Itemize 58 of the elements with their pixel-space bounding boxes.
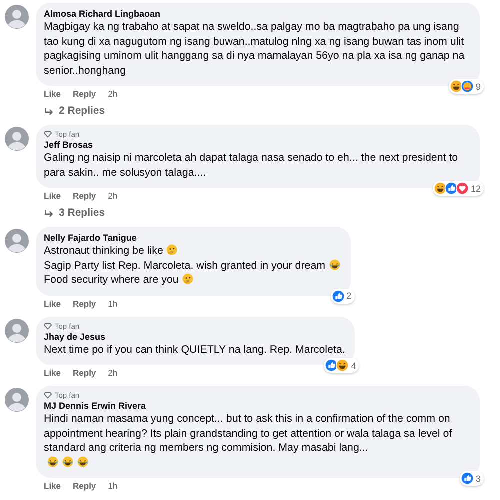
reaction-summary[interactable]: 12 — [432, 181, 484, 196]
avatar[interactable] — [5, 229, 29, 253]
laughing-emoji-icon — [47, 456, 59, 468]
hug-reaction-icon — [460, 80, 474, 93]
timestamp: 1h — [108, 481, 118, 491]
comment-text: Sagip Party list Rep. Marcoleta. wish granted in your dream — [44, 260, 326, 272]
comment-text: Next time po if you can think QUIETLY na lang. Rep. Marcoleta. — [44, 344, 346, 356]
comment-action-link[interactable]: Like — [44, 298, 62, 308]
avatar[interactable] — [5, 5, 29, 29]
comment-action-link[interactable]: Like — [44, 368, 62, 378]
laughing-emoji-icon — [328, 258, 341, 270]
timestamp: 2h — [108, 191, 118, 201]
like-reaction-icon — [460, 472, 474, 485]
comment-text: Galing ng naisip ni marcoleta ah dapat talaga nasa senado to eh... the next president to para sakin.. me solusyon talaga.... — [44, 152, 458, 178]
comment-action-link[interactable]: Like — [44, 89, 62, 99]
avatar[interactable] — [5, 318, 29, 342]
reaction-summary[interactable]: 3 — [460, 471, 484, 486]
reaction-summary[interactable]: 4 — [324, 358, 360, 373]
like-reaction-icon — [332, 290, 345, 302]
comment-action-link[interactable]: Reply — [73, 298, 96, 308]
timestamp: 2h — [108, 89, 118, 99]
thinking-emoji-icon — [182, 273, 194, 285]
like-reaction-icon — [444, 182, 458, 195]
laughing-reaction-icon — [336, 359, 350, 372]
timestamp: 1h — [108, 298, 118, 308]
heart-reaction-icon — [456, 182, 469, 195]
diamond-icon — [44, 392, 52, 399]
laughing-reaction-icon — [434, 182, 447, 195]
author-name[interactable]: Almosa Richard Lingbaoan — [44, 8, 470, 20]
comment-action-link[interactable]: Reply — [73, 191, 96, 201]
laughing-reaction-icon — [450, 80, 463, 93]
comment-text: Hindi naman masama yung concept... but to ask this in a confirmation of the comm on appointment hearing? Its plain grandstanding to get attention or wala talaga sa level of standard ang criteria ng members ng commision. May masabi lang... — [44, 413, 452, 454]
reply-arrow-icon — [44, 106, 54, 116]
reaction-summary[interactable]: 9 — [448, 79, 484, 94]
author-name[interactable]: Nelly Fajardo Tanigue — [44, 232, 341, 244]
view-replies-link[interactable]: 3 Replies — [44, 207, 106, 219]
comment-action-link[interactable]: Reply — [73, 368, 96, 378]
comment-action-link[interactable]: Like — [44, 481, 62, 491]
diamond-icon — [44, 131, 52, 138]
comment-action-link[interactable]: Reply — [73, 481, 96, 491]
comment-text: Magbigay ka ng trabaho at sapat na sweldo..sa palgay mo ba magtrabaho pa ung isang tao kung di xa nagugutom ng isang buwan..matulog nlng xa ng isang buwan tas inom ulit pagkagising uminom ulit hanggang sa di nya mamalayan 56yo na pla xa isa ng ganap na senior..honghang — [44, 21, 465, 76]
diamond-icon — [44, 322, 52, 330]
comment-action-link[interactable]: Reply — [73, 89, 96, 99]
author-name[interactable]: Jhay de Jesus — [44, 330, 346, 342]
thinking-emoji-icon — [166, 244, 178, 256]
laughing-emoji-icon — [62, 456, 74, 468]
avatar[interactable] — [5, 388, 29, 412]
author-name[interactable]: MJ Dennis Erwin Rivera — [44, 400, 470, 412]
reaction-summary[interactable]: 2 — [330, 288, 355, 304]
timestamp: 2h — [108, 368, 118, 378]
comment-text: Astronaut thinking be like — [44, 245, 164, 257]
author-name[interactable]: Jeff Brosas — [44, 139, 470, 151]
laughing-emoji-icon — [77, 456, 89, 468]
comment-text: Food security where are you — [44, 274, 179, 286]
comment-action-link[interactable]: Like — [44, 191, 62, 201]
view-replies-link[interactable]: 2 Replies — [44, 105, 106, 117]
avatar[interactable] — [5, 127, 29, 151]
reply-arrow-icon — [44, 208, 54, 218]
